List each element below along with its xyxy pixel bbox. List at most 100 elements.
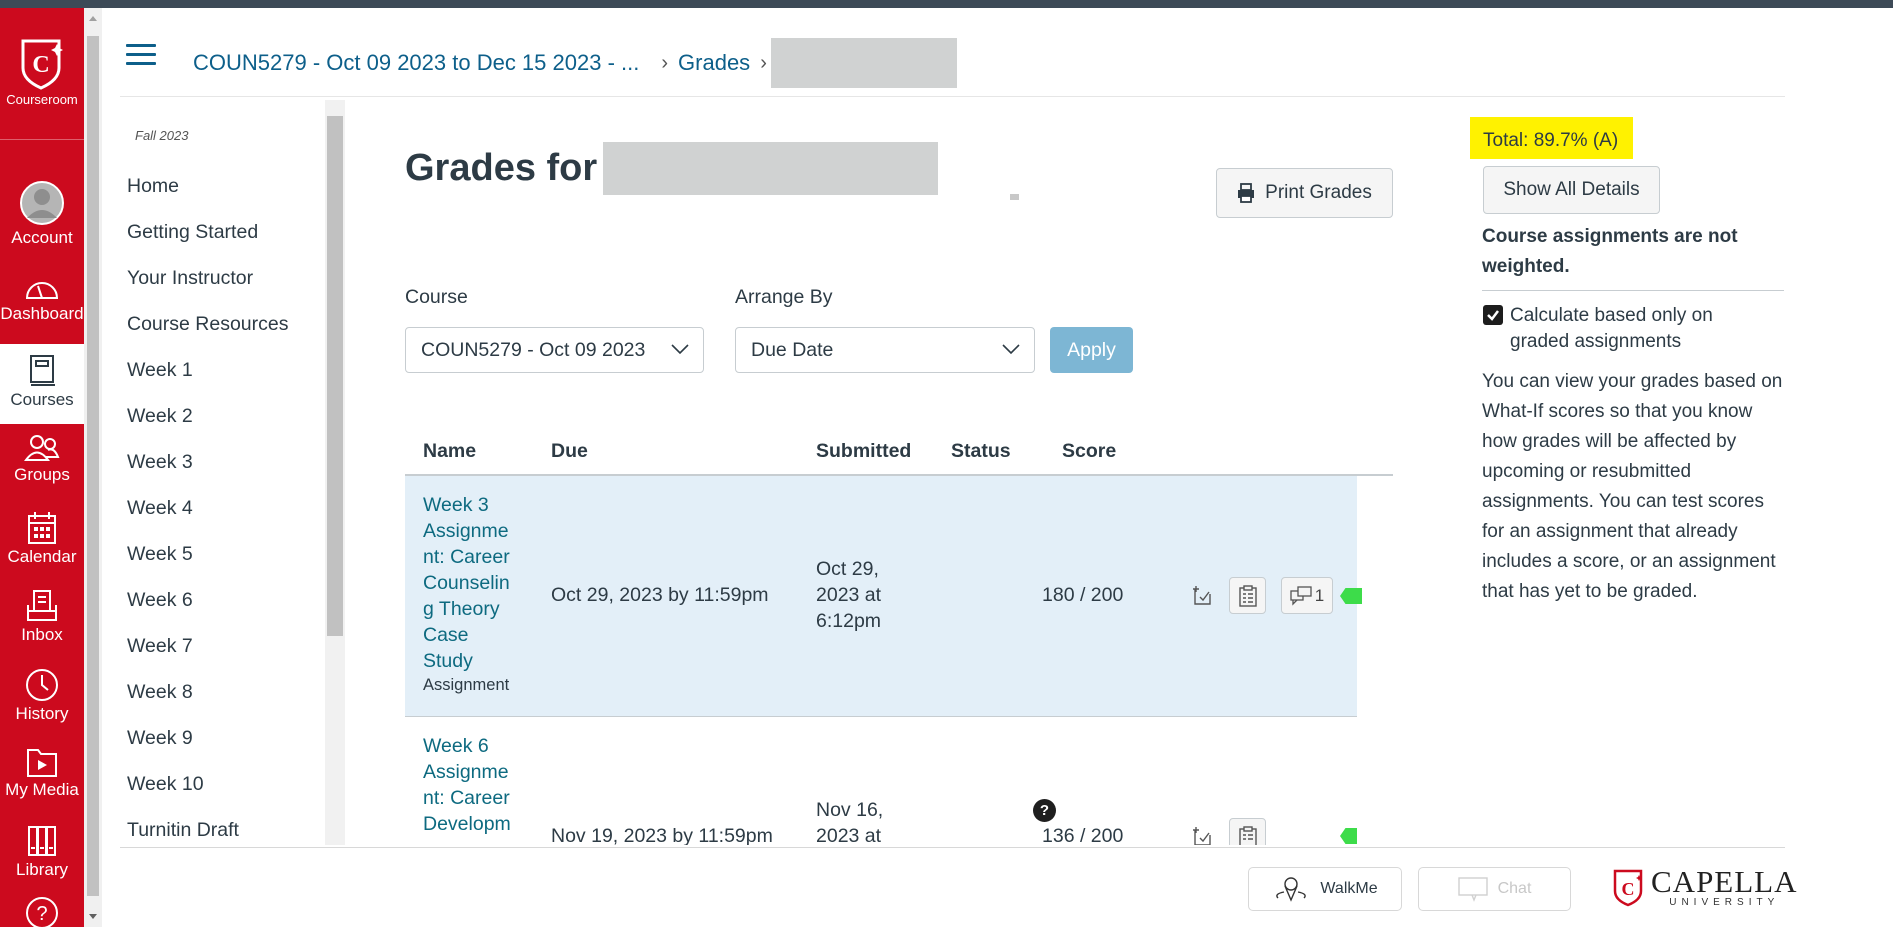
scrollbar-thumb[interactable] xyxy=(87,36,99,896)
page-title-text: Grades for xyxy=(405,147,598,189)
course-nav-getting-started[interactable]: Getting Started xyxy=(127,221,258,244)
svg-text:C: C xyxy=(1622,879,1635,899)
scroll-up-arrow[interactable] xyxy=(89,16,97,21)
print-grades-button[interactable]: Print Grades xyxy=(1216,168,1393,218)
course-nav-week-1[interactable]: Week 1 xyxy=(127,359,193,382)
courseroom-logo-link[interactable]: C Courseroom xyxy=(0,8,84,140)
comment-icon xyxy=(1290,585,1312,606)
assignment-link[interactable]: Week 3 Assignme nt: Career Counselin g T… xyxy=(423,492,518,674)
column-header-due[interactable]: Due xyxy=(551,440,588,463)
assignment-type: Assignment xyxy=(423,676,510,694)
scroll-down-arrow[interactable] xyxy=(89,914,97,919)
comments-button[interactable]: 1 xyxy=(1281,577,1333,614)
walkme-button[interactable]: WalkMe xyxy=(1248,867,1402,911)
course-nav-week-4[interactable]: Week 4 xyxy=(127,497,193,520)
grade-flag-icon xyxy=(1340,828,1357,844)
gnav-my-media[interactable]: My Media xyxy=(0,746,84,800)
gnav-history-label: History xyxy=(15,704,69,723)
show-all-details-button[interactable]: Show All Details xyxy=(1483,166,1660,214)
course-nav-week-3[interactable]: Week 3 xyxy=(127,451,193,474)
course-nav-home[interactable]: Home xyxy=(127,175,179,198)
scrollbar-thumb[interactable] xyxy=(327,116,343,636)
column-header-status[interactable]: Status xyxy=(951,440,1011,463)
gnav-groups[interactable]: Groups xyxy=(0,433,84,485)
course-nav-week-8[interactable]: Week 8 xyxy=(127,681,193,704)
column-header-name[interactable]: Name xyxy=(423,440,476,463)
media-icon xyxy=(27,749,57,777)
breadcrumb-student-redacted xyxy=(770,38,957,88)
course-nav-week-9[interactable]: Week 9 xyxy=(127,727,193,750)
student-name-redacted xyxy=(603,142,939,195)
arrange-by-value: Due Date xyxy=(751,338,834,361)
loading-indicator xyxy=(1010,194,1019,200)
gnav-library[interactable]: Library xyxy=(0,824,84,880)
calculate-graded-only-label[interactable]: Calculate based only on graded assignmen… xyxy=(1510,303,1770,355)
breadcrumb-grades[interactable]: Grades xyxy=(678,50,750,76)
column-header-score[interactable]: Score xyxy=(1062,440,1116,463)
rubric-button[interactable] xyxy=(1229,577,1266,614)
chat-button[interactable]: Chat xyxy=(1418,867,1571,911)
walkme-pin-icon xyxy=(1276,877,1307,902)
print-grades-label: Print Grades xyxy=(1265,182,1372,203)
global-nav-scrollbar[interactable] xyxy=(84,8,102,927)
capella-logo: C CAPELLA UNIVERSITY xyxy=(1613,866,1798,908)
rubric-button[interactable] xyxy=(1229,818,1266,845)
calculate-graded-only-checkbox[interactable] xyxy=(1483,305,1503,325)
course-nav-your-instructor[interactable]: Your Instructor xyxy=(127,267,253,290)
table-row: Week 6 Assignme nt: Career Developm Nov … xyxy=(405,717,1357,845)
gnav-calendar[interactable]: Calendar xyxy=(0,511,84,567)
gnav-dashboard[interactable]: Dashboard xyxy=(0,274,84,324)
submission-status-icon[interactable] xyxy=(1192,825,1214,845)
submission-status-icon[interactable] xyxy=(1192,584,1214,611)
walkme-label: WalkMe xyxy=(1320,880,1378,897)
weight-note: Course assignments are not weighted. xyxy=(1482,226,1738,277)
arrange-by-select[interactable]: Due Date xyxy=(735,327,1035,373)
submitted-date: Nov 16, 2023 at xyxy=(816,799,884,845)
chat-label: Chat xyxy=(1497,880,1532,897)
course-nav-week-2[interactable]: Week 2 xyxy=(127,405,193,428)
course-nav-course-resources[interactable]: Course Resources xyxy=(127,313,288,336)
chevron-down-icon xyxy=(671,344,689,355)
dashboard-icon xyxy=(25,282,59,299)
course-nav-week-5[interactable]: Week 5 xyxy=(127,543,193,566)
score: 180 / 200 xyxy=(1042,584,1124,606)
course-menu-toggle[interactable] xyxy=(126,44,156,66)
course-select[interactable]: COUN5279 - Oct 09 2023 xyxy=(405,327,704,373)
gnav-account[interactable]: Account xyxy=(0,180,84,248)
global-nav: C Courseroom Account Dashboard Courses G… xyxy=(0,8,84,929)
printer-icon xyxy=(1238,183,1255,203)
status-help-icon[interactable]: ? xyxy=(1033,799,1056,822)
chevron-down-icon xyxy=(1002,344,1020,355)
column-header-submitted[interactable]: Submitted xyxy=(816,440,911,463)
gnav-calendar-label: Calendar xyxy=(7,547,77,566)
avatar-icon xyxy=(20,181,64,225)
courses-icon xyxy=(30,355,55,386)
score: 136 / 200 xyxy=(1042,825,1124,845)
term-label: Fall 2023 xyxy=(135,128,189,143)
gnav-courses[interactable]: Courses xyxy=(0,344,84,424)
due-date: Nov 19, 2023 by 11:59pm xyxy=(551,825,773,845)
assignment-link[interactable]: Week 6 Assignme nt: Career Developm xyxy=(423,733,518,837)
chevron-right-icon: › xyxy=(661,51,669,74)
what-if-description: You can view your grades based on What-I… xyxy=(1482,371,1783,602)
browser-top-bar xyxy=(0,0,1893,8)
page-header: COUN5279 - Oct 09 2023 to Dec 15 2023 - … xyxy=(120,8,1785,97)
inbox-icon xyxy=(27,590,57,621)
gnav-courses-label: Courses xyxy=(10,390,74,409)
course-nav-week-10[interactable]: Week 10 xyxy=(127,773,204,796)
total-grade: Total: 89.7% (A) xyxy=(1470,117,1633,159)
page-footer: WalkMe Chat C CAPELLA UNIVERSITY xyxy=(120,847,1797,927)
gnav-history[interactable]: History xyxy=(0,668,84,724)
breadcrumb-course[interactable]: COUN5279 - Oct 09 2023 to Dec 15 2023 - … xyxy=(193,50,639,76)
course-nav-scrollbar[interactable] xyxy=(325,100,345,845)
gnav-library-label: Library xyxy=(16,860,68,879)
apply-button[interactable]: Apply xyxy=(1050,327,1133,373)
course-nav-week-7[interactable]: Week 7 xyxy=(127,635,193,658)
gnav-inbox[interactable]: Inbox xyxy=(0,589,84,645)
svg-text:?: ? xyxy=(36,903,47,925)
chat-icon xyxy=(1457,877,1488,902)
groups-icon xyxy=(24,435,60,461)
course-nav-turnitin-draft[interactable]: Turnitin Draft xyxy=(127,819,239,842)
gnav-media-label: My Media xyxy=(5,780,79,799)
course-nav-week-6[interactable]: Week 6 xyxy=(127,589,193,612)
